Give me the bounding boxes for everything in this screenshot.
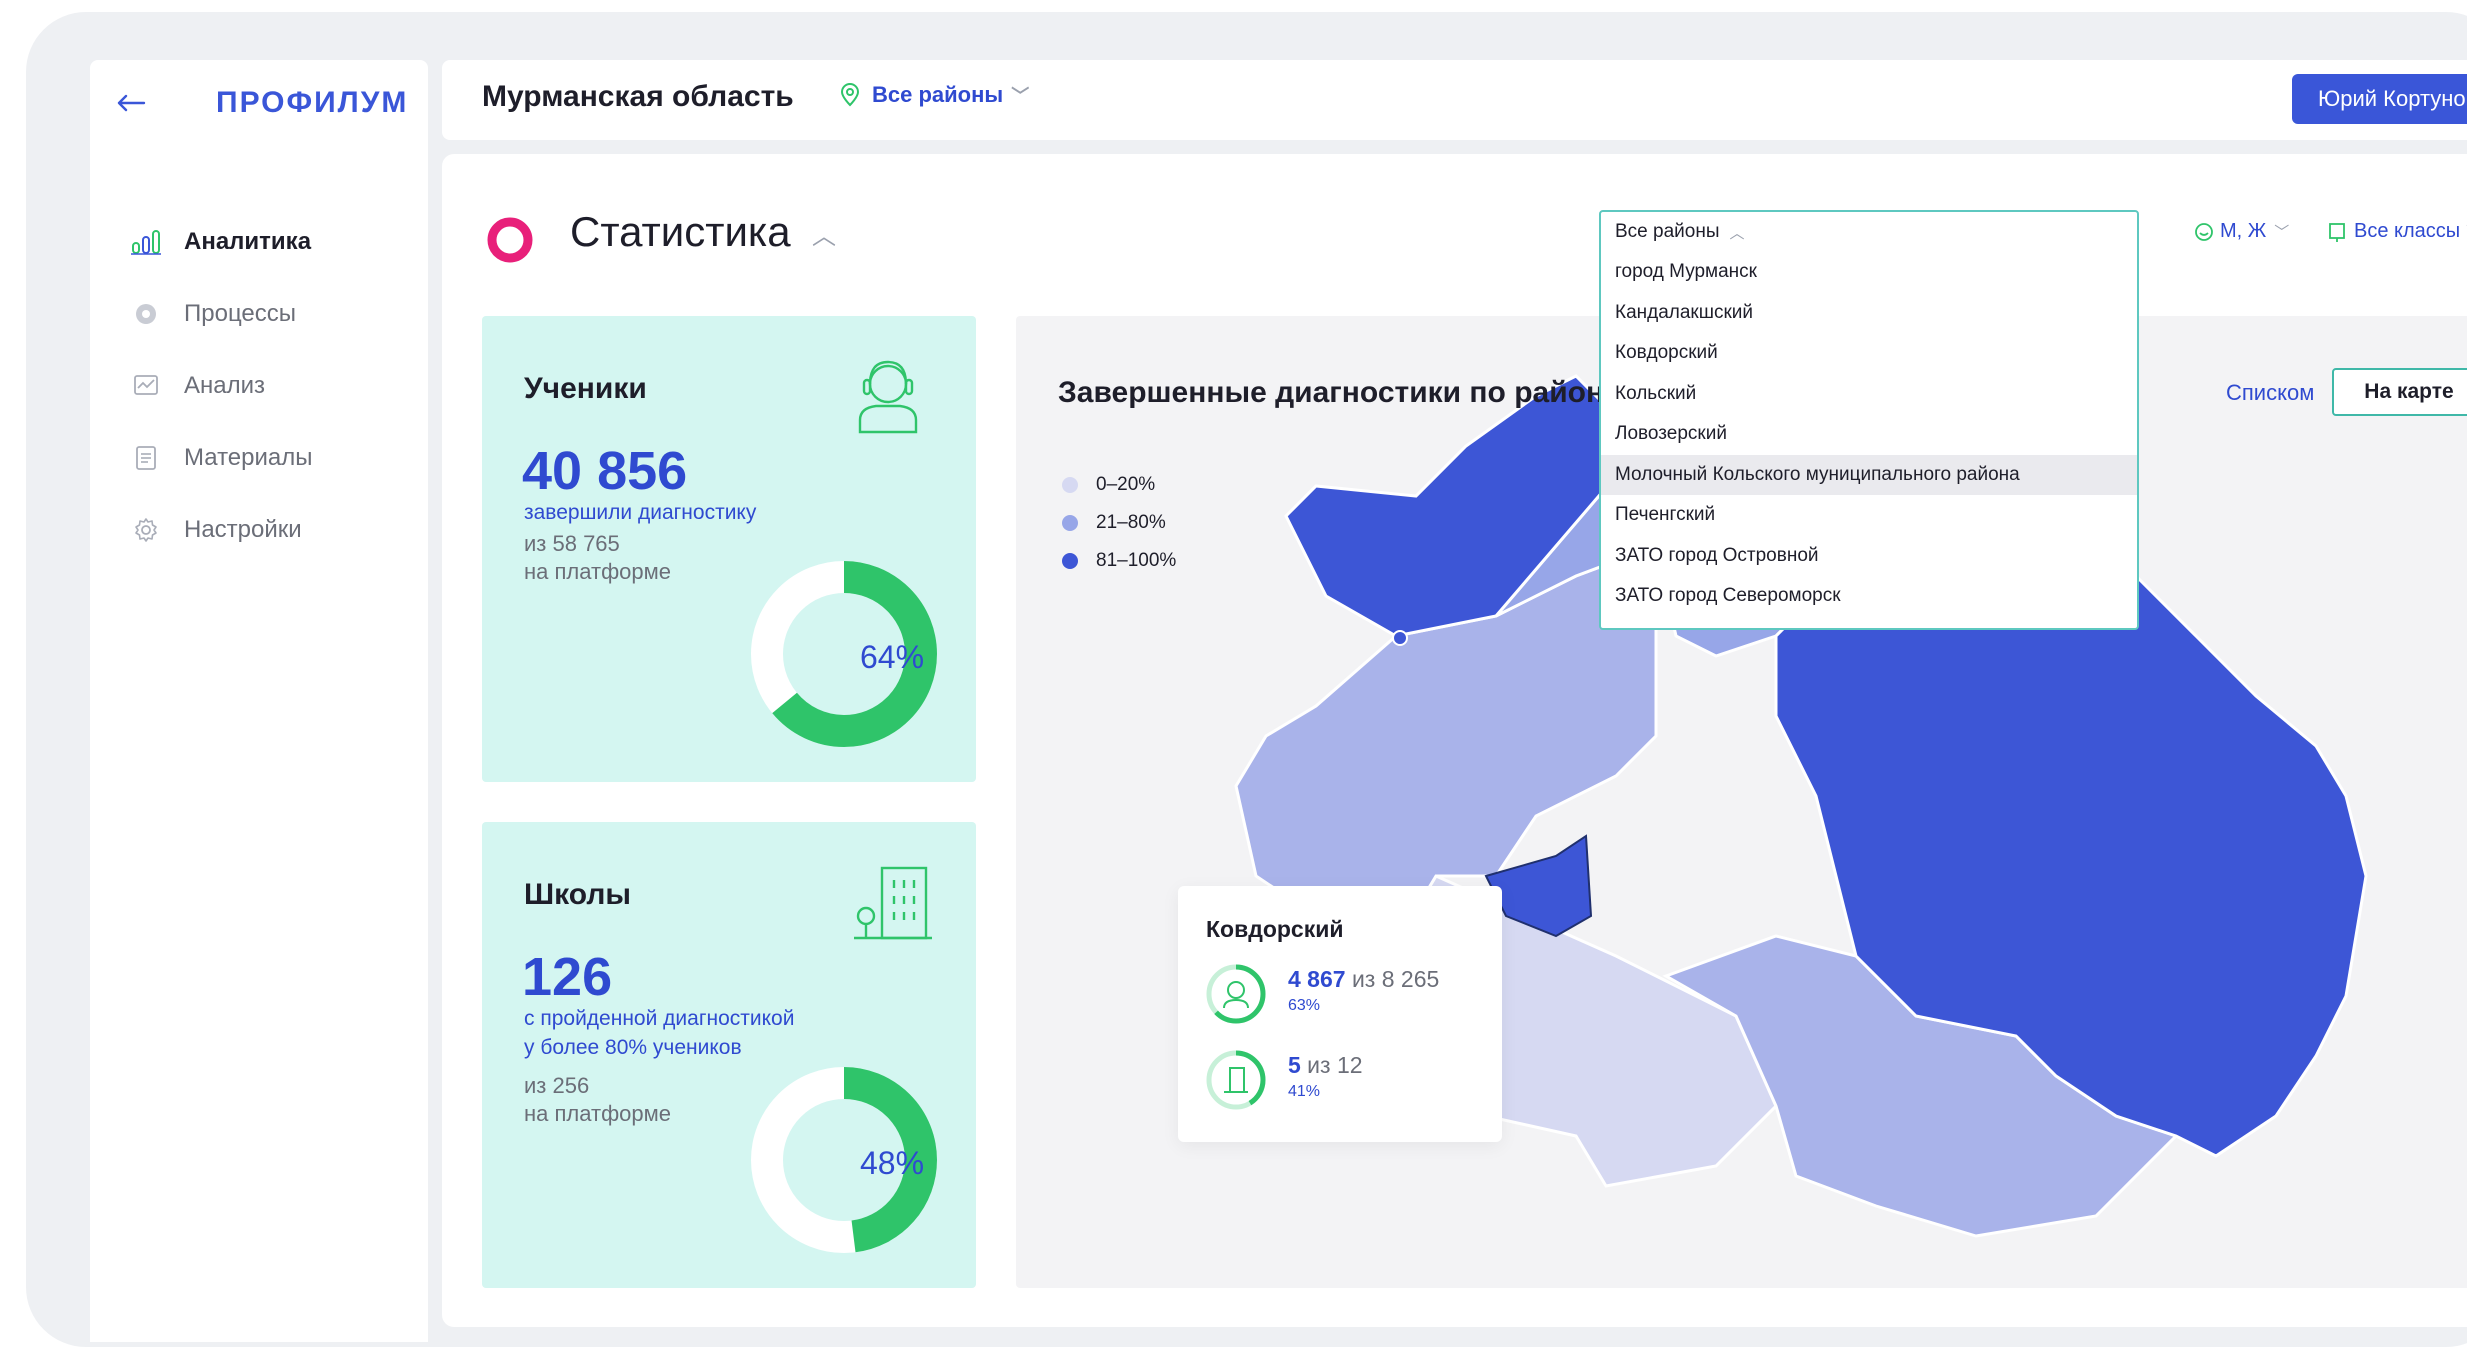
schools-total: из 256 <box>524 1073 590 1098</box>
smile-icon <box>2194 222 2214 242</box>
tooltip-district-name: Ковдорский <box>1206 916 1344 942</box>
bar-chart-icon <box>130 226 162 258</box>
dropdown-list: город Мурманск Кандалакшский Ковдорский Кол… <box>1601 252 2137 617</box>
page-title: Статистика <box>570 208 791 255</box>
chevron-up-icon: ︿ <box>1729 224 1745 242</box>
sidebar-item-settings[interactable]: Настройки <box>130 494 313 566</box>
class-filter[interactable]: Все классы ﹀ <box>2328 220 2467 243</box>
district-tooltip: Ковдорский 4 867 из 8 265 63% 5 из 12 41… <box>1178 886 1502 1142</box>
process-icon <box>130 298 162 330</box>
students-total: из 58 765 <box>524 531 620 556</box>
sidebar-item-materials[interactable]: Материалы <box>130 422 313 494</box>
dropdown-option[interactable]: ЗАТО город Островной <box>1601 536 2137 577</box>
tooltip-schools-row: 5 из 12 41% <box>1204 1048 1363 1117</box>
students-card: Ученики 40 856 завершили диагностику из … <box>482 316 976 782</box>
sidebar-item-analysis[interactable]: Анализ <box>130 350 313 422</box>
dropdown-header[interactable]: Все районы ︿ <box>1601 212 2137 252</box>
legend-dot-icon <box>1062 515 1078 531</box>
gear-icon <box>130 514 162 546</box>
city-marker[interactable] <box>1392 630 1408 646</box>
dropdown-option[interactable]: Ловозерский <box>1601 414 2137 455</box>
legend-item: 81–100% <box>1062 542 1176 580</box>
app-frame: ПРОФИЛУМ Аналитика Процессы Анализ Матер… <box>26 12 2467 1347</box>
dropdown-header-label: Все районы <box>1615 221 1720 242</box>
chevron-down-icon: ﹀ <box>2274 224 2290 241</box>
dropdown-option[interactable]: Кольский <box>1601 374 2137 415</box>
back-arrow-icon[interactable] <box>110 82 152 124</box>
student-ring-icon <box>1204 962 1268 1031</box>
sidebar: ПРОФИЛУМ Аналитика Процессы Анализ Матер… <box>90 60 428 1342</box>
students-title: Ученики <box>524 372 647 405</box>
tooltip-schools-value: 5 из 12 <box>1288 1052 1363 1078</box>
legend-item: 21–80% <box>1062 504 1176 542</box>
student-icon <box>852 352 924 441</box>
school-ring-icon <box>1204 1048 1268 1117</box>
students-value: 40 856 <box>522 441 688 501</box>
chevron-down-icon: ﹀ <box>1011 86 1030 106</box>
students-donut: 64% <box>744 554 944 759</box>
top-bar: Мурманская область Все районы ﹀ Юрий Кор… <box>442 60 2467 140</box>
tooltip-students-value: 4 867 из 8 265 <box>1288 966 1440 992</box>
legend-label: 0–20% <box>1096 474 1156 495</box>
sidebar-item-label: Материалы <box>184 444 313 471</box>
map-legend: 0–20% 21–80% 81–100% <box>1062 466 1176 580</box>
sidebar-item-label: Аналитика <box>184 228 312 255</box>
legend-dot-icon <box>1062 477 1078 493</box>
schools-total-note: на платформе <box>524 1101 672 1126</box>
students-subtitle: завершили диагностику <box>524 501 757 524</box>
dropdown-option[interactable]: город Мурманск <box>1601 252 2137 293</box>
schools-subtitle: с пройденной диагностикой <box>524 1007 795 1030</box>
tooltip-schools-pct: 41% <box>1288 1083 1321 1100</box>
main-panel: Статистика ︿ М, Ж ﹀ Все классы ﹀ Ученики… <box>442 154 2467 1327</box>
tooltip-students-row: 4 867 из 8 265 63% <box>1204 962 1439 1031</box>
schools-value: 126 <box>522 947 613 1007</box>
legend-dot-icon <box>1062 553 1078 569</box>
user-button[interactable]: Юрий Кортунов <box>2292 74 2467 124</box>
gender-filter[interactable]: М, Ж ﹀ <box>2194 220 2289 243</box>
board-icon <box>2328 222 2346 242</box>
logo[interactable]: ПРОФИЛУМ <box>216 86 408 120</box>
sidebar-item-analytics[interactable]: Аналитика <box>130 206 313 278</box>
schools-subtitle-2: у более 80% учеников <box>524 1036 742 1059</box>
district-select[interactable]: Все районы ﹀ <box>840 82 1029 108</box>
students-total-note: на платформе <box>524 559 672 584</box>
schools-percent: 48% <box>860 1145 924 1181</box>
sidebar-item-processes[interactable]: Процессы <box>130 278 313 350</box>
brand-ring-icon <box>484 214 536 271</box>
class-filter-value: Все классы <box>2354 220 2461 242</box>
tooltip-students-pct: 63% <box>1288 997 1321 1014</box>
analysis-icon <box>130 370 162 402</box>
schools-donut: 48% <box>744 1060 944 1265</box>
district-dropdown[interactable]: Все районы ︿ город Мурманск Кандалакшский… <box>1599 210 2139 630</box>
view-list-button[interactable]: Списком <box>2226 380 2314 406</box>
district-select-value: Все районы <box>872 82 1004 107</box>
dropdown-option[interactable]: ЗАТО город Североморск <box>1601 576 2137 617</box>
chevron-up-icon[interactable]: ︿ <box>812 216 836 251</box>
sidebar-nav: Аналитика Процессы Анализ Материалы Наст… <box>130 206 313 566</box>
dropdown-option[interactable]: Молочный Кольского муниципального района <box>1601 454 2137 495</box>
region-title: Мурманская область <box>482 80 794 113</box>
sidebar-item-label: Настройки <box>184 516 302 543</box>
view-map-button[interactable]: На карте <box>2332 368 2467 416</box>
map-title: Завершенные диагностики по районам <box>1058 376 1643 409</box>
dropdown-option[interactable]: Печенгский <box>1601 495 2137 536</box>
gender-filter-value: М, Ж <box>2220 220 2267 242</box>
sidebar-item-label: Анализ <box>184 372 266 399</box>
building-icon <box>852 864 934 947</box>
document-icon <box>130 442 162 474</box>
sidebar-item-label: Процессы <box>184 300 297 327</box>
schools-card: Школы 126 с пройденной диагностикой у бо… <box>482 822 976 1288</box>
legend-label: 81–100% <box>1096 550 1177 571</box>
schools-title: Школы <box>524 878 632 911</box>
location-pin-icon <box>840 83 860 107</box>
dropdown-option[interactable]: Кандалакшский <box>1601 293 2137 334</box>
students-percent: 64% <box>860 639 924 675</box>
legend-item: 0–20% <box>1062 466 1176 504</box>
dropdown-option[interactable]: Ковдорский <box>1601 333 2137 374</box>
legend-label: 21–80% <box>1096 512 1166 533</box>
